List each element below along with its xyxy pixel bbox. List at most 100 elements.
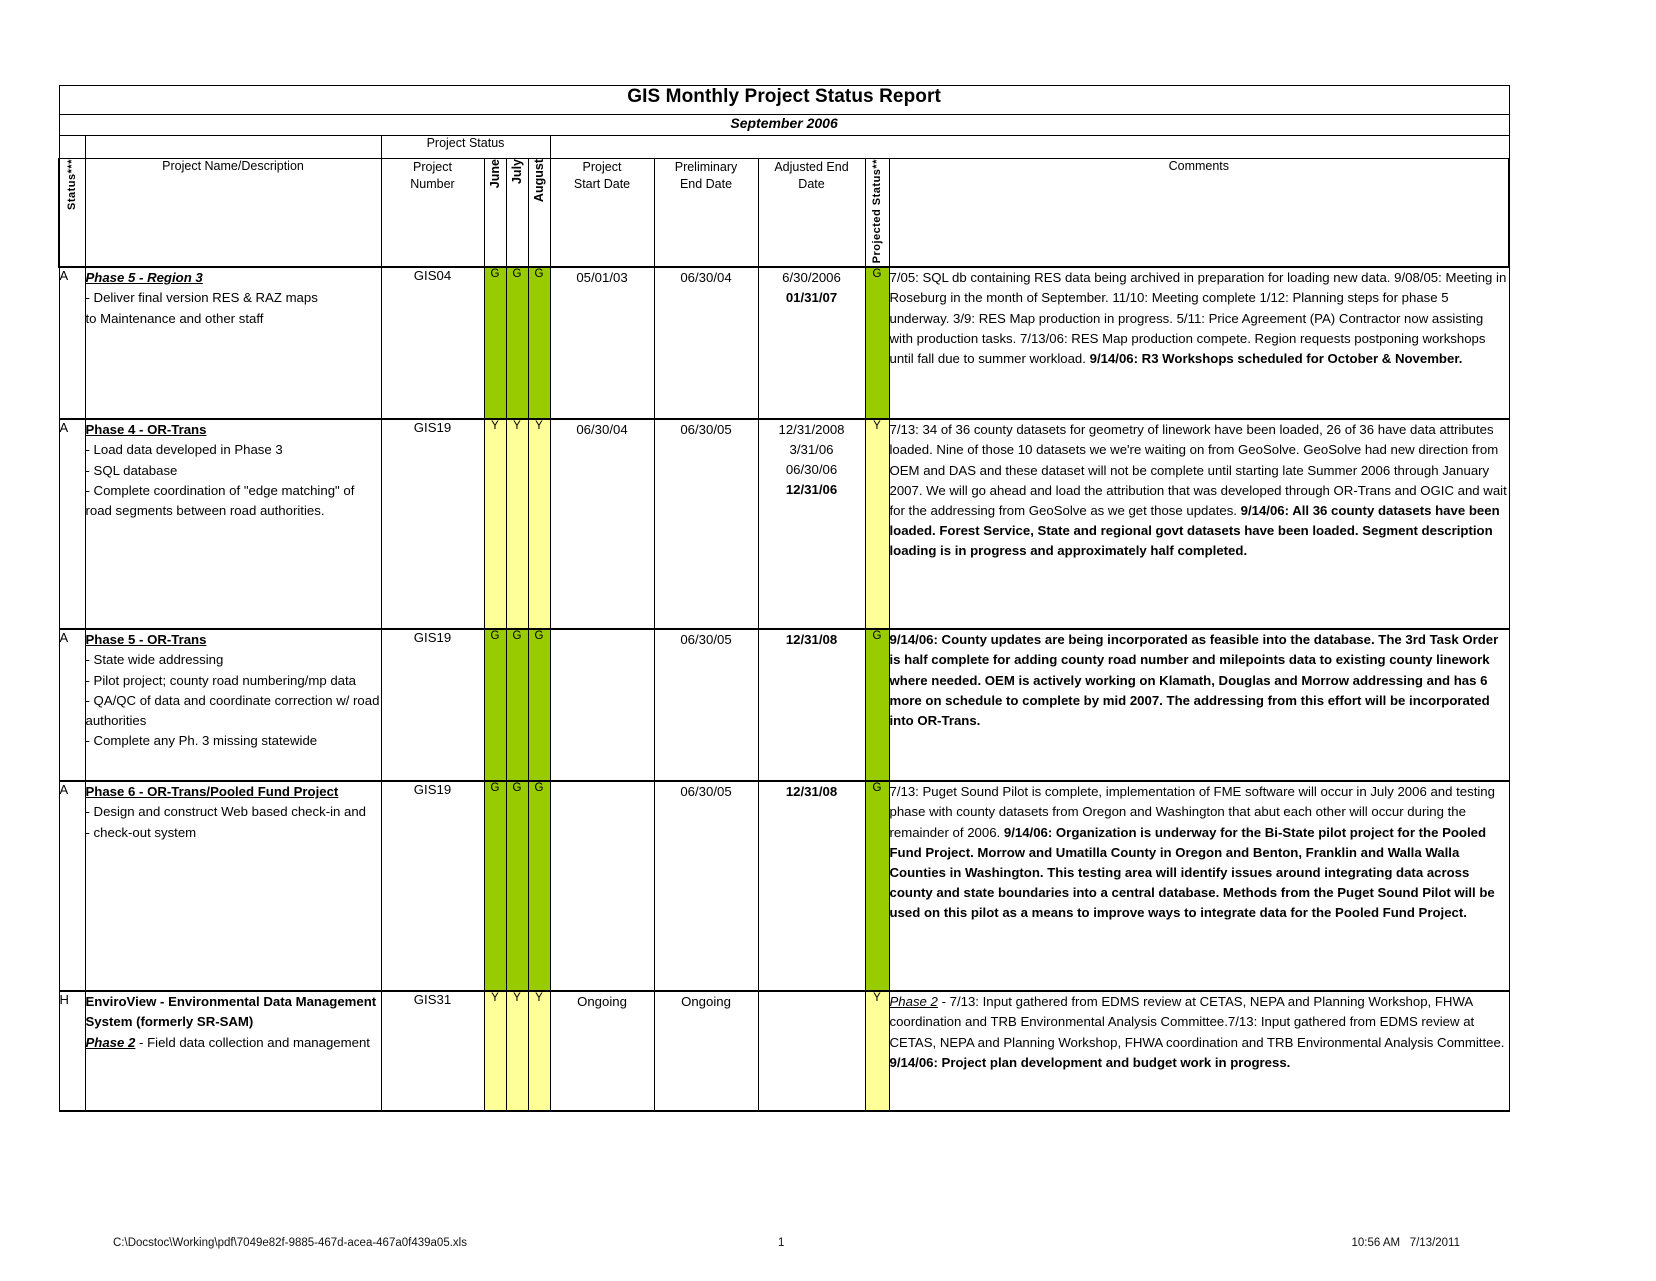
table-row: A Phase 6 - OR-Trans/Pooled Fund Project…	[58, 780, 1510, 992]
project-detail-line: - Complete any Ph. 3 missing statewide	[85, 732, 318, 748]
col-header-june: June	[483, 158, 507, 268]
project-detail-line: - SQL database	[85, 462, 178, 478]
column-header-row: Status*** Project Name/Description Proje…	[58, 158, 1511, 268]
comments-bold: 9/14/06: County updates are being incorp…	[889, 632, 1499, 728]
table-row: A Phase 4 - OR-Trans - Load data develop…	[58, 418, 1510, 630]
row-status-july: Y	[505, 418, 529, 630]
row-preliminary-end: 06/30/05	[653, 780, 759, 992]
project-phase-rest: - Field data collection and management	[135, 1034, 370, 1050]
group-header-spacer-status	[58, 135, 86, 159]
col-header-adjusted-line1: Adjusted End	[774, 160, 849, 174]
adjusted-date: 6/30/2006	[782, 270, 841, 286]
row-adjusted-end: 6/30/2006 01/31/07	[757, 266, 866, 420]
row-projected-status: G	[864, 266, 890, 420]
adjusted-date: 12/31/2008	[778, 422, 845, 438]
row-project-number: GIS19	[380, 418, 485, 630]
row-status-august: G	[527, 780, 551, 992]
group-header-row: Project Status	[58, 135, 1510, 159]
status-report-sheet: GIS Monthly Project Status Report Septem…	[58, 85, 1511, 1113]
row-comments: 7/05: SQL db containing RES data being a…	[888, 266, 1510, 420]
row-status-june: G	[483, 780, 507, 992]
col-header-number-line1: Project	[413, 160, 452, 174]
row-status-july: G	[505, 628, 529, 782]
project-detail-line: - QA/QC of data and coordinate correctio…	[85, 692, 380, 728]
project-title: Phase 4 - OR-Trans	[85, 422, 207, 438]
report-page: GIS Monthly Project Status Report Septem…	[0, 0, 1656, 1281]
row-status-june: Y	[483, 990, 507, 1113]
col-header-projected-status: Projected Status**	[864, 158, 890, 268]
col-header-number: Project Number	[380, 158, 485, 268]
row-preliminary-end: 06/30/05	[653, 418, 759, 630]
row-status-june: G	[483, 266, 507, 420]
col-header-preliminary-end: Preliminary End Date	[653, 158, 759, 268]
adjusted-date-current: 01/31/07	[785, 290, 838, 306]
page-title: GIS Monthly Project Status Report	[627, 86, 941, 107]
table-row: H EnviroView - Environmental Data Manage…	[58, 990, 1510, 1113]
footer-page-number: 1	[778, 1237, 785, 1249]
row-preliminary-end: 06/30/05	[653, 628, 759, 782]
row-project-number: GIS31	[380, 990, 485, 1113]
group-header-spacer-name	[84, 135, 382, 159]
row-adjusted-end: 12/31/2008 3/31/06 06/30/06 12/31/06	[757, 418, 866, 630]
adjusted-date: 3/31/06	[789, 442, 834, 458]
col-header-adjusted-line2: Date	[798, 176, 825, 191]
comments-phase-label: Phase 2	[889, 994, 938, 1010]
group-header-project-status: Project Status	[380, 135, 551, 159]
row-status-august: G	[527, 266, 551, 420]
row-start-date	[549, 780, 655, 992]
row-start-date: Ongoing	[549, 990, 655, 1113]
footer-time: 10:56 AM	[1351, 1237, 1401, 1249]
group-header-spacer-right	[549, 135, 1510, 159]
row-adjusted-end	[757, 990, 866, 1113]
row-comments: Phase 2 - 7/13: Input gathered from EDMS…	[888, 990, 1510, 1113]
footer-timestamp: 10:56 AM 7/13/2011	[1352, 1237, 1461, 1249]
project-detail-line: to Maintenance and other staff	[85, 310, 264, 326]
col-header-august: August	[527, 158, 551, 268]
row-comments: 7/13: 34 of 36 county datasets for geome…	[888, 418, 1510, 630]
row-project-name: Phase 4 - OR-Trans - Load data developed…	[84, 418, 382, 630]
project-detail-line: - State wide addressing	[85, 652, 224, 668]
row-projected-status: Y	[864, 418, 890, 630]
row-preliminary-end: Ongoing	[653, 990, 759, 1113]
row-project-name: Phase 6 - OR-Trans/Pooled Fund Project -…	[84, 780, 382, 992]
row-status: A	[58, 418, 86, 630]
row-project-number: GIS19	[380, 628, 485, 782]
project-title: Phase 6 - OR-Trans/Pooled Fund Project	[85, 784, 339, 800]
row-status-july: G	[505, 266, 529, 420]
col-header-july: July	[505, 158, 529, 268]
report-period: September 2006	[730, 115, 838, 131]
project-title: EnviroView - Environmental Data Manageme…	[85, 994, 377, 1030]
row-projected-status: G	[864, 780, 890, 992]
report-title-row: GIS Monthly Project Status Report	[58, 85, 1510, 115]
adjusted-date: 06/30/06	[785, 461, 838, 477]
row-status: A	[58, 266, 86, 420]
comments-plain: - 7/13: Input gathered from EDMS review …	[889, 994, 1505, 1050]
row-project-number: GIS04	[380, 266, 485, 420]
row-status-june: Y	[483, 418, 507, 630]
row-preliminary-end: 06/30/04	[653, 266, 759, 420]
adjusted-date-current: 12/31/08	[785, 784, 838, 800]
row-project-number: GIS19	[380, 780, 485, 992]
table-row: A Phase 5 - Region 3 - Deliver final ver…	[58, 266, 1510, 420]
row-status-august: Y	[527, 990, 551, 1113]
col-header-comments: Comments	[888, 158, 1511, 268]
row-projected-status: G	[864, 628, 890, 782]
col-header-adjusted-end: Adjusted End Date	[757, 158, 866, 268]
row-status: A	[58, 780, 86, 992]
report-subtitle-row: September 2006	[58, 114, 1510, 136]
row-comments: 9/14/06: County updates are being incorp…	[888, 628, 1510, 782]
row-status-august: Y	[527, 418, 551, 630]
row-comments: 7/13: Puget Sound Pilot is complete, imp…	[888, 780, 1510, 992]
project-detail-line: - Complete coordination of "edge matchin…	[85, 482, 355, 518]
row-status-june: G	[483, 628, 507, 782]
row-adjusted-end: 12/31/08	[757, 628, 866, 782]
project-detail-line: - Pilot project; county road numbering/m…	[85, 672, 357, 688]
col-header-prelim-line2: End Date	[679, 176, 733, 191]
footer-file-path: C:\Docstoc\Working\pdf\7049e82f-9885-467…	[113, 1237, 467, 1249]
project-detail-line: - Design and construct Web based check-i…	[85, 804, 367, 820]
col-header-start-line2: Start Date	[573, 176, 631, 191]
col-header-status: Status***	[58, 158, 86, 268]
adjusted-date-current: 12/31/08	[785, 632, 838, 648]
col-header-prelim-line1: Preliminary	[674, 160, 738, 174]
row-status-august: G	[527, 628, 551, 782]
